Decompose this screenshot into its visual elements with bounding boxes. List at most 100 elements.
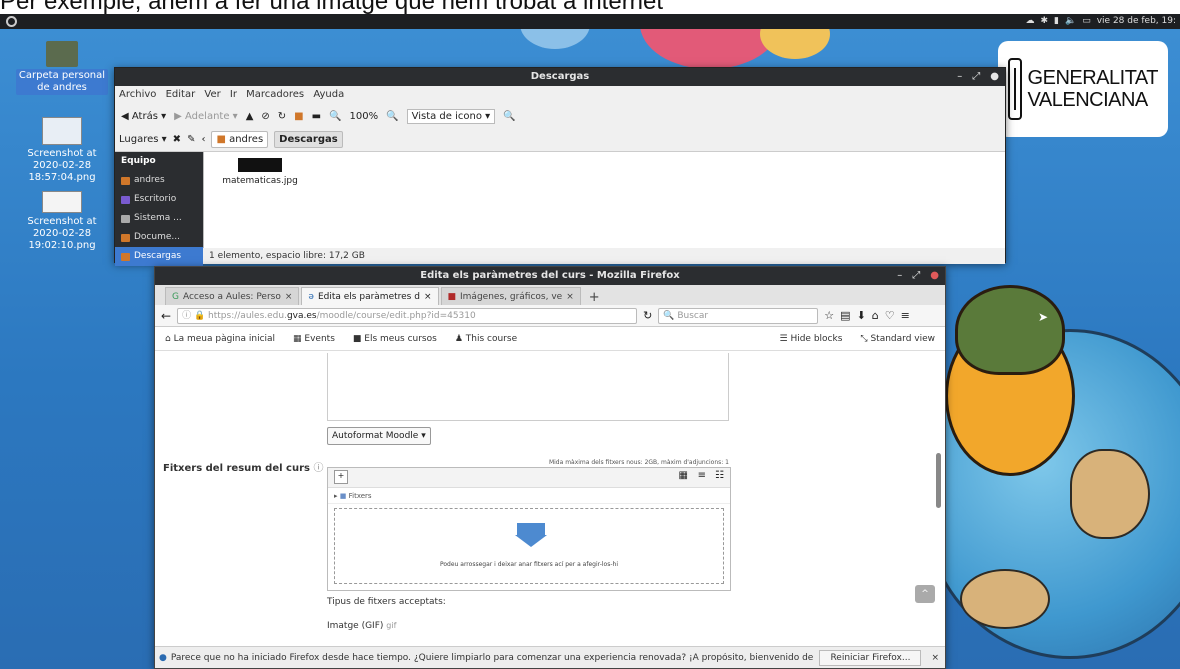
reload-icon[interactable]: ↻: [643, 309, 652, 322]
window-titlebar[interactable]: Descargas – ⤢ ●: [115, 68, 1005, 86]
desktop-icon-screenshot-1[interactable]: Screenshot at 2020-02-28 18:57:04.png: [16, 117, 108, 185]
info-icon[interactable]: ⓘ: [182, 311, 191, 321]
downloads-icon[interactable]: ⬇: [857, 309, 866, 322]
forward-button[interactable]: ▶ Adelante ▾: [174, 111, 238, 122]
reading-list-icon[interactable]: ▤: [840, 309, 850, 322]
nav-home[interactable]: ⌂ La meua pàgina inicial: [165, 334, 275, 344]
close-sidebar-icon[interactable]: ✖: [173, 134, 181, 145]
computer-icon[interactable]: ▬: [312, 111, 321, 122]
sidebar-item-descargas[interactable]: Descargas: [115, 247, 203, 266]
breadcrumb-andres[interactable]: ■ andres: [211, 131, 269, 148]
back-button[interactable]: ◀ Atrás ▾: [121, 111, 166, 122]
file-view: matematicas.jpg: [203, 152, 1005, 248]
maximize-icon[interactable]: ⤢: [972, 68, 980, 86]
minimize-icon[interactable]: –: [897, 267, 902, 285]
sidebar-item-sistema[interactable]: Sistema ...: [115, 209, 203, 228]
nav-events[interactable]: ▦ Events: [293, 334, 335, 344]
system-menu-icon[interactable]: [6, 16, 17, 27]
close-notification-icon[interactable]: ×: [925, 653, 945, 663]
dropbox-icon[interactable]: ☁: [1025, 16, 1034, 26]
lock-icon: 🔒: [193, 310, 206, 321]
zoom-out-icon[interactable]: 🔍: [329, 111, 341, 122]
tab-edit-course[interactable]: ə Edita els paràmetres d ×: [301, 287, 439, 305]
close-tab-icon[interactable]: ×: [566, 292, 574, 302]
battery-icon[interactable]: ▭: [1082, 16, 1091, 26]
menu-archivo[interactable]: Archivo: [119, 89, 156, 100]
close-tab-icon[interactable]: ×: [285, 292, 293, 302]
window-title: Edita els paràmetres del curs - Mozilla …: [420, 270, 680, 281]
desktop-icon-screenshot-2[interactable]: Screenshot at 2020-02-28 19:02:10.png: [16, 191, 108, 253]
logo-line-1: GENERALITAT: [1027, 67, 1159, 89]
menu-ver[interactable]: Ver: [204, 89, 220, 100]
desktop-icon-home[interactable]: Carpeta personal de andres: [16, 41, 108, 95]
places-sidebar: Equipo andres Escritorio Sistema ... Doc…: [115, 152, 203, 266]
path-back-icon[interactable]: ‹: [201, 134, 205, 145]
summary-editor[interactable]: [327, 353, 729, 421]
stop-icon[interactable]: ⊘: [261, 111, 269, 122]
minimize-icon[interactable]: –: [957, 68, 962, 86]
max-size-info: Mida màxima dels fitxers nous: 2GB, màxi…: [548, 459, 729, 466]
back-icon[interactable]: ←: [161, 309, 171, 323]
sidebar-header: Equipo: [121, 156, 156, 166]
network-icon[interactable]: ▮: [1054, 16, 1059, 26]
close-tab-icon[interactable]: ×: [424, 292, 432, 302]
scroll-to-top-button[interactable]: ^: [915, 585, 935, 603]
menu-ayuda[interactable]: Ayuda: [313, 89, 344, 100]
format-select[interactable]: Autoformat Moodle ▾: [327, 427, 431, 445]
file-item[interactable]: matematicas.jpg: [220, 158, 300, 186]
moodle-icon: G: [172, 291, 179, 302]
scrollbar[interactable]: [936, 453, 941, 508]
tab-aules-login[interactable]: G Acceso a Aules: Perso ×: [165, 287, 300, 305]
hamburger-menu-icon[interactable]: ≡: [901, 309, 910, 322]
home-icon[interactable]: ⌂: [872, 309, 879, 322]
up-icon[interactable]: ▲: [246, 111, 254, 122]
nav-this-course[interactable]: ♟ This course: [455, 334, 517, 344]
menu-editar[interactable]: Editar: [166, 89, 196, 100]
home-icon[interactable]: ■: [294, 111, 303, 122]
close-icon[interactable]: ●: [930, 267, 939, 285]
drop-zone[interactable]: Podeu arrossegar i deixar anar fitxers a…: [334, 508, 724, 584]
url-bar[interactable]: ⓘ 🔒 https://aules.edu.gva.es/moodle/cour…: [177, 307, 638, 324]
logo-line-2: VALENCIANA: [1027, 89, 1149, 111]
status-bar: 1 elemento, espacio libre: 17,2 GB: [203, 248, 1005, 264]
toggle-path-icon[interactable]: ✎: [187, 134, 195, 145]
drop-hint: Podeu arrossegar i deixar anar fitxers a…: [439, 561, 618, 568]
view-mode-select[interactable]: Vista de icono ▾: [406, 108, 496, 124]
nav-my-courses[interactable]: ■ Els meus cursos: [353, 334, 437, 344]
pocket-icon[interactable]: ♡: [885, 309, 895, 322]
add-file-icon[interactable]: +: [334, 470, 348, 484]
volume-icon[interactable]: 🔈: [1065, 16, 1076, 26]
clock[interactable]: vie 28 de feb, 19:: [1097, 16, 1176, 26]
bluetooth-icon[interactable]: ✱: [1040, 16, 1048, 26]
sidebar-item-escritorio[interactable]: Escritorio: [115, 190, 203, 209]
window-titlebar[interactable]: Edita els paràmetres del curs - Mozilla …: [155, 267, 945, 285]
close-icon[interactable]: ●: [990, 68, 999, 86]
view-icons-icon[interactable]: ▦: [679, 470, 688, 481]
help-icon[interactable]: ⓘ: [313, 463, 323, 474]
nav-standard-view[interactable]: ⤡ Standard view: [860, 334, 935, 344]
maximize-icon[interactable]: ⤢: [912, 267, 920, 285]
bookmark-star-icon[interactable]: ☆: [824, 309, 834, 322]
reload-icon[interactable]: ↻: [278, 111, 286, 122]
nav-hide-blocks[interactable]: ☰ Hide blocks: [780, 334, 843, 344]
firefox-window: Edita els paràmetres del curs - Mozilla …: [154, 266, 946, 669]
sidebar-item-andres[interactable]: andres: [115, 171, 203, 190]
wallpaper-land: [960, 569, 1050, 629]
menu-ir[interactable]: Ir: [230, 89, 237, 100]
breadcrumb-descargas[interactable]: Descargas: [274, 131, 343, 148]
search-field[interactable]: 🔍 Buscar: [658, 307, 819, 324]
menu-marcadores[interactable]: Marcadores: [246, 89, 304, 100]
image-file-icon: [238, 158, 282, 172]
view-list-icon[interactable]: ≡: [698, 470, 706, 481]
tab-images[interactable]: ■ Imágenes, gráficos, ve ×: [440, 287, 581, 305]
zoom-in-icon[interactable]: 🔍: [386, 111, 398, 122]
sidebar-item-documentos[interactable]: Docume...: [115, 228, 203, 247]
refresh-firefox-button[interactable]: Reiniciar Firefox...: [819, 649, 922, 666]
toolbar: ◀ Atrás ▾ ▶ Adelante ▾ ▲ ⊘ ↻ ■ ▬ 🔍 100% …: [115, 104, 1005, 128]
desktop: ➤ GENERALITAT VALENCIANA Carpeta personal…: [0, 29, 1180, 669]
view-tree-icon[interactable]: ☷: [715, 470, 724, 481]
search-icon[interactable]: 🔍: [503, 111, 515, 122]
folder-path[interactable]: ▸ ■ Fitxers: [328, 488, 730, 504]
places-select[interactable]: Lugares ▾: [119, 134, 167, 145]
new-tab-button[interactable]: +: [583, 290, 606, 305]
